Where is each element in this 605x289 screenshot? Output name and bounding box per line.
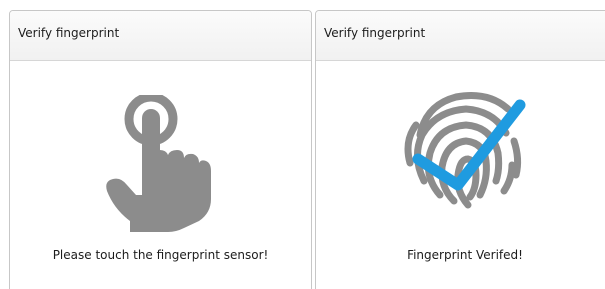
dialog-titlebar: Verify fingerprint	[316, 11, 605, 61]
dialog-title: Verify fingerprint	[324, 26, 426, 40]
screen: Verify fingerprint Please touch the fing…	[0, 0, 605, 289]
verify-fingerprint-dialog-success: Verify fingerprint Fingerprint Verifed!	[315, 10, 605, 289]
fingerprint-verified-icon	[396, 83, 536, 215]
status-message: Please touch the fingerprint sensor!	[52, 248, 269, 262]
dialog-titlebar: Verify fingerprint	[10, 11, 311, 61]
touch-finger-icon	[104, 92, 224, 235]
dialog-content: Please touch the fingerprint sensor!	[10, 61, 311, 289]
dialog-content: Fingerprint Verifed!	[316, 61, 605, 289]
verify-fingerprint-dialog-prompt: Verify fingerprint Please touch the fing…	[9, 10, 312, 289]
dialog-title: Verify fingerprint	[18, 26, 120, 40]
status-message: Fingerprint Verifed!	[407, 248, 523, 262]
